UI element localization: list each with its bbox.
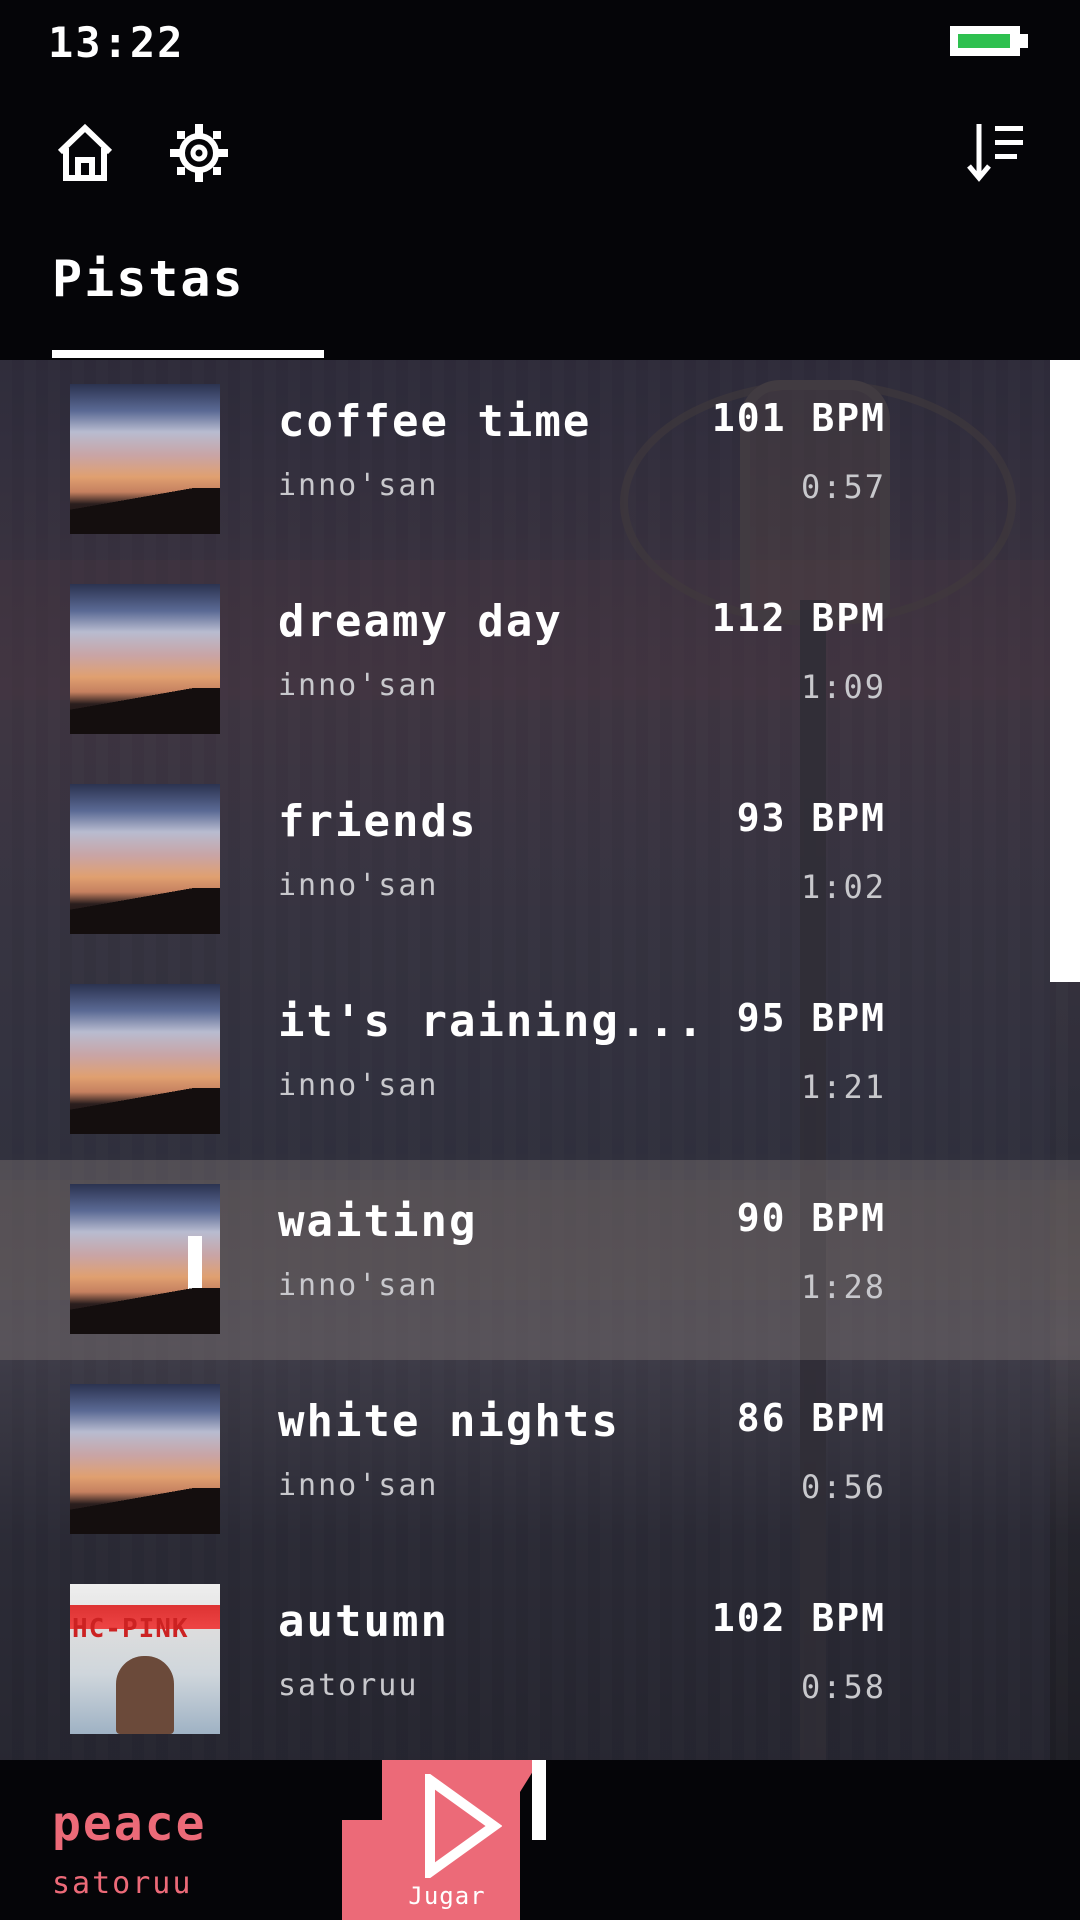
track-duration: 1:02	[800, 868, 886, 906]
track-title: it's raining...	[278, 996, 706, 1047]
track-artwork	[70, 1184, 220, 1334]
track-artwork	[70, 1384, 220, 1534]
track-duration: 1:28	[800, 1268, 886, 1306]
track-bpm: 93 BPM	[736, 796, 886, 840]
track-title: dreamy day	[278, 596, 563, 647]
play-icon	[425, 1774, 502, 1878]
track-row[interactable]: HC-PINK autumn satoruu 102 BPM 0:58	[0, 1560, 1080, 1760]
track-artist: inno'san	[278, 868, 439, 903]
track-title: autumn	[278, 1596, 449, 1647]
header: Pistas	[0, 90, 1080, 360]
status-bar: 13:22	[0, 0, 1080, 90]
sort-icon	[967, 124, 1023, 182]
track-row[interactable]: coffee time inno'san 101 BPM 0:57	[0, 360, 1080, 560]
track-row-playing[interactable]: waiting inno'san 90 BPM 1:28	[0, 1160, 1080, 1360]
now-playing-title[interactable]: peace	[52, 1796, 207, 1852]
track-bpm: 86 BPM	[736, 1396, 886, 1440]
track-duration: 0:57	[800, 468, 886, 506]
track-artwork	[70, 584, 220, 734]
track-title: white nights	[278, 1396, 620, 1447]
track-row[interactable]: dreamy day inno'san 112 BPM 1:09	[0, 560, 1080, 760]
track-row[interactable]: white nights inno'san 86 BPM 0:56	[0, 1360, 1080, 1560]
track-artist: satoruu	[278, 1668, 419, 1703]
track-row[interactable]: it's raining... inno'san 95 BPM 1:21	[0, 960, 1080, 1160]
track-duration: 0:56	[800, 1468, 886, 1506]
track-artist: inno'san	[278, 1068, 439, 1103]
track-artist: inno'san	[278, 668, 439, 703]
poster-text: HC-PINK	[72, 1614, 189, 1644]
track-title: coffee time	[278, 396, 592, 447]
play-button[interactable]: Jugar	[342, 1760, 556, 1920]
track-duration: 0:58	[800, 1668, 886, 1706]
tab-tracks[interactable]: Pistas	[52, 250, 245, 308]
track-artwork	[70, 984, 220, 1134]
battery-icon	[950, 26, 1020, 56]
track-bpm: 95 BPM	[736, 996, 886, 1040]
track-bpm: 101 BPM	[711, 396, 886, 440]
track-title: friends	[278, 796, 478, 847]
track-artist: inno'san	[278, 1268, 439, 1303]
track-artist: inno'san	[278, 1468, 439, 1503]
track-bpm: 112 BPM	[711, 596, 886, 640]
home-icon	[57, 123, 113, 181]
track-bpm: 90 BPM	[736, 1196, 886, 1240]
track-duration: 1:09	[800, 668, 886, 706]
track-artist: inno'san	[278, 468, 439, 503]
track-artwork	[70, 384, 220, 534]
settings-button[interactable]	[166, 120, 232, 186]
track-duration: 1:21	[800, 1068, 886, 1106]
track-bpm: 102 BPM	[711, 1596, 886, 1640]
now-playing-artist: satoruu	[52, 1866, 193, 1901]
home-button[interactable]	[52, 120, 118, 186]
sort-button[interactable]	[962, 120, 1028, 186]
battery-tip	[1020, 34, 1028, 48]
track-title: waiting	[278, 1196, 478, 1247]
track-artwork: HC-PINK	[70, 1584, 220, 1734]
play-button-highlight	[532, 1760, 546, 1840]
play-button-label: Jugar	[408, 1882, 486, 1910]
gear-icon	[170, 124, 228, 182]
track-row[interactable]: friends inno'san 93 BPM 1:02	[0, 760, 1080, 960]
status-clock: 13:22	[48, 18, 185, 67]
tab-active-indicator	[52, 350, 324, 358]
track-artwork	[70, 784, 220, 934]
now-playing-bar: peace satoruu Jugar	[0, 1760, 1080, 1920]
poster-figure	[116, 1656, 174, 1734]
pause-icon[interactable]	[188, 1236, 220, 1332]
